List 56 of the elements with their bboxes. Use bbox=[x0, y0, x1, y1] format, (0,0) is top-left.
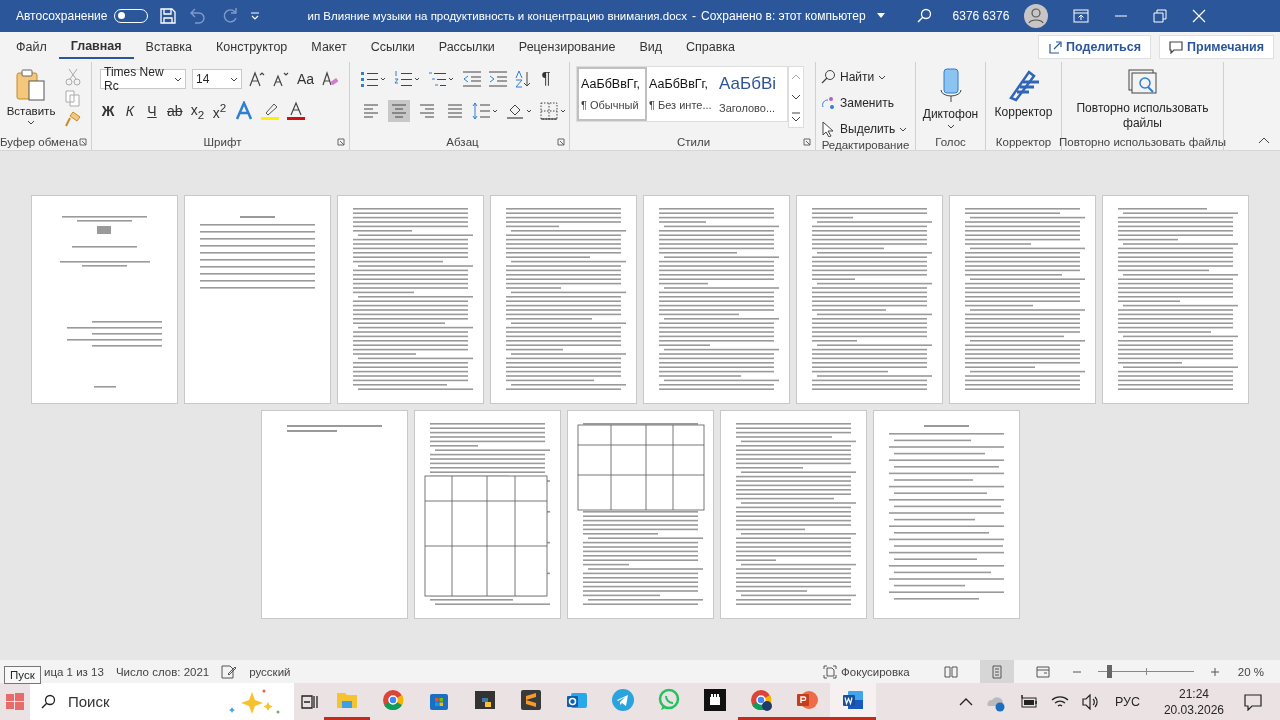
subscript-button[interactable]: x$_{2}$ bbox=[189, 101, 206, 121]
ribbon-tab[interactable]: Рассылки bbox=[426, 34, 507, 60]
ribbon-tab[interactable]: Вставка bbox=[133, 34, 205, 60]
italic-button[interactable]: К bbox=[122, 103, 138, 119]
ribbon-tab[interactable]: Конструктор bbox=[204, 34, 300, 60]
word-count[interactable]: Число слов: 2021 bbox=[115, 665, 210, 678]
ribbon-tab[interactable]: Ссылки bbox=[358, 34, 427, 60]
strikethrough-button[interactable]: ab bbox=[166, 103, 184, 119]
ribbon-tab[interactable]: Макет bbox=[299, 34, 359, 60]
show-formatting-button[interactable]: ¶ bbox=[538, 69, 554, 89]
window-title: ип Влияние музыки на продуктивность и концентрацию внимания.docx bbox=[307, 10, 688, 22]
group-label: Корректор bbox=[995, 135, 1052, 148]
style-tile[interactable]: АаБбВі Заголово... bbox=[717, 67, 787, 121]
font-size-field[interactable]: 14 bbox=[192, 69, 242, 89]
group-label: Редактирование bbox=[821, 139, 910, 151]
clock-date[interactable]: 20.03.2026 bbox=[1163, 701, 1224, 718]
focus-button[interactable]: Фокусировка bbox=[823, 664, 910, 679]
language-label[interactable]: русский bbox=[249, 665, 291, 678]
find-button[interactable]: Найти bbox=[820, 67, 887, 87]
ribbon-tab[interactable]: Файл bbox=[4, 34, 59, 60]
group-label: Повторно использовать файлы bbox=[1059, 135, 1226, 148]
autosave-label: Автосохранение bbox=[16, 9, 108, 23]
paste-button[interactable]: Вставить bbox=[4, 66, 58, 127]
share-button[interactable]: Поделиться bbox=[1038, 35, 1152, 59]
start-tooltip: Пуск bbox=[4, 666, 41, 684]
save-status[interactable]: Сохранено в: этот компьютер bbox=[701, 9, 866, 23]
group-label: Шрифт bbox=[203, 135, 242, 148]
clock-time[interactable]: 21:24 bbox=[1178, 685, 1209, 702]
ribbon-tab[interactable]: Главная bbox=[58, 35, 134, 59]
search-field[interactable]: Поиск bbox=[66, 692, 216, 711]
style-tile[interactable]: АаБбВвГг, ¶ Обычный bbox=[577, 67, 647, 121]
superscript-button[interactable]: x$^{2}$ bbox=[211, 101, 228, 121]
search-bar[interactable]: Поиск bbox=[30, 683, 294, 720]
page-counter[interactable]: ица 1 из 13 bbox=[44, 665, 104, 678]
style-tile[interactable]: АаБбВвГг, ¶ Без инте... bbox=[647, 67, 717, 121]
underline-button[interactable]: Ч bbox=[144, 103, 160, 119]
editor-button[interactable]: Корректор bbox=[990, 66, 1057, 121]
zoom-percent[interactable]: 20 % bbox=[1237, 665, 1264, 678]
change-case-button[interactable]: Aa bbox=[296, 71, 316, 87]
input-language[interactable]: РУС bbox=[1114, 694, 1140, 709]
group-label: Абзац bbox=[446, 135, 479, 148]
dictate-button[interactable]: Диктофон bbox=[920, 66, 981, 131]
ribbon-tab[interactable]: Справка bbox=[674, 34, 748, 60]
group-label: Стили bbox=[676, 135, 711, 148]
reuse-files-button[interactable]: Повторно использовать файлы bbox=[1066, 66, 1219, 133]
group-label: Буфер обмена bbox=[0, 135, 79, 148]
ribbon-tab[interactable]: Вид bbox=[627, 34, 674, 60]
separator-dash: - bbox=[692, 9, 697, 23]
group-label: Голос bbox=[935, 135, 966, 148]
font-family-field[interactable]: Times New Rc bbox=[100, 69, 186, 89]
replace-button[interactable]: Заменить bbox=[820, 93, 894, 113]
select-button[interactable]: Выделить bbox=[820, 119, 908, 139]
ribbon-tab[interactable]: Рецензирование bbox=[506, 34, 628, 60]
comments-button[interactable]: Примечания bbox=[1159, 35, 1274, 59]
bold-button[interactable]: Ж bbox=[100, 103, 116, 119]
user-name[interactable]: 6376 6376 bbox=[952, 9, 1010, 23]
